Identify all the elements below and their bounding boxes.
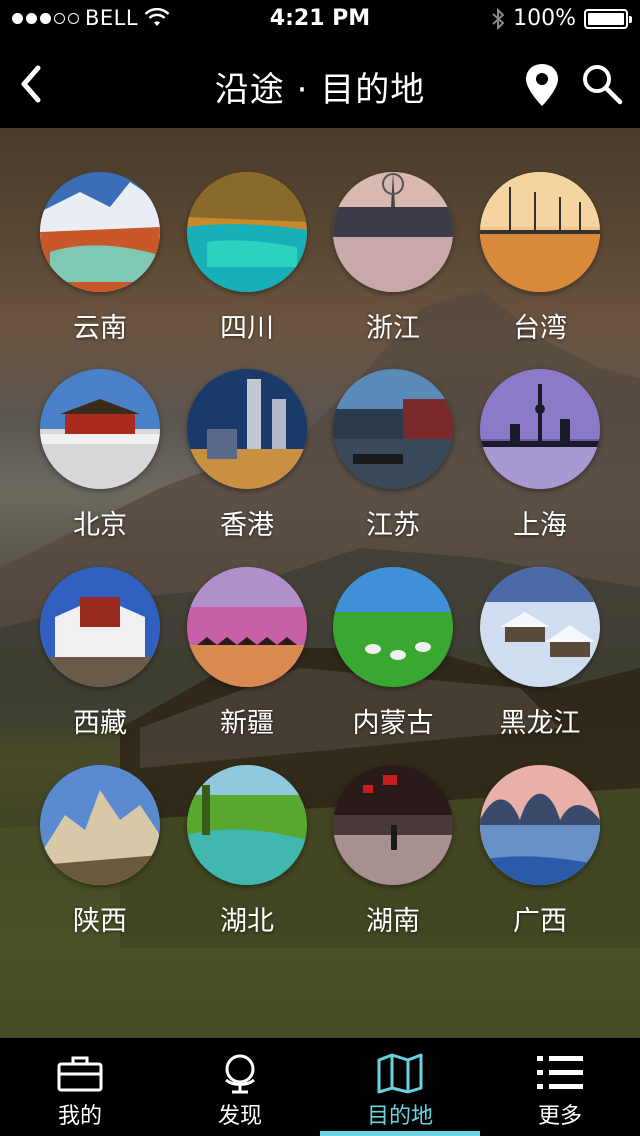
destination-label: 香港 (220, 510, 274, 541)
destination-zhejiang[interactable]: 浙江 (319, 172, 467, 345)
destination-label: 黑龙江 (499, 708, 581, 739)
destination-hunan[interactable]: 湖南 (319, 765, 467, 938)
destination-image (480, 567, 600, 687)
destination-image (333, 369, 453, 489)
destination-grid: 云南 四川 浙江 台湾 北京 香港 江苏 上海 西藏 新疆 内蒙古 黑龙江 陕西… (0, 128, 640, 1038)
destination-hubei[interactable]: 湖北 (173, 765, 321, 938)
destination-guangxi[interactable]: 广西 (466, 765, 614, 938)
nav-bar: 沿途 · 目的地 (0, 40, 640, 128)
destination-label: 湖北 (220, 906, 274, 937)
destination-label: 台湾 (513, 313, 567, 344)
list-icon (537, 1056, 583, 1089)
destination-image (187, 765, 307, 885)
destination-xinjiang[interactable]: 新疆 (173, 567, 321, 740)
briefcase-icon (57, 1056, 103, 1092)
tab-label: 更多 (537, 1104, 582, 1129)
destination-image (333, 172, 453, 292)
destination-image (480, 172, 600, 292)
destination-label: 云南 (73, 313, 127, 344)
destination-image (333, 567, 453, 687)
destination-image (40, 567, 160, 687)
destination-label: 新疆 (220, 708, 274, 739)
destination-image (40, 172, 160, 292)
status-right: 100% (491, 6, 632, 31)
destination-neimenggu[interactable]: 内蒙古 (319, 567, 467, 740)
tab-label: 发现 (217, 1104, 262, 1129)
destination-hongkong[interactable]: 香港 (173, 369, 321, 542)
destination-sichuan[interactable]: 四川 (173, 172, 321, 345)
destination-heilongjiang[interactable]: 黑龙江 (466, 567, 614, 740)
tab-bar: 我的 发现 目的地 更多 (0, 1038, 640, 1136)
tab-label: 我的 (57, 1104, 102, 1129)
destination-jiangsu[interactable]: 江苏 (319, 369, 467, 542)
tab-discover[interactable]: 发现 (160, 1038, 320, 1136)
destination-yunnan[interactable]: 云南 (26, 172, 174, 345)
destination-label: 湖南 (366, 906, 420, 937)
destination-label: 上海 (513, 510, 567, 541)
destination-label: 内蒙古 (352, 708, 434, 739)
globe-icon (225, 1054, 255, 1094)
search-icon[interactable] (580, 62, 624, 106)
bluetooth-icon (492, 7, 505, 30)
destination-label: 四川 (220, 313, 274, 344)
destination-image (40, 765, 160, 885)
destination-label: 浙江 (366, 313, 420, 344)
tab-destination[interactable]: 目的地 (320, 1038, 480, 1136)
destination-shaanxi[interactable]: 陕西 (26, 765, 174, 938)
destination-image (187, 172, 307, 292)
destination-image (480, 369, 600, 489)
destination-label: 北京 (73, 510, 127, 541)
destination-label: 江苏 (366, 510, 420, 541)
tab-mine[interactable]: 我的 (0, 1038, 160, 1136)
destination-taiwan[interactable]: 台湾 (466, 172, 614, 345)
destination-label: 广西 (513, 906, 567, 937)
destination-label: 西藏 (73, 708, 127, 739)
destination-image (187, 567, 307, 687)
destination-xizang[interactable]: 西藏 (26, 567, 174, 740)
map-icon (377, 1053, 423, 1094)
tab-label: 目的地 (366, 1104, 433, 1129)
destination-content: 云南 四川 浙江 台湾 北京 香港 江苏 上海 西藏 新疆 内蒙古 黑龙江 陕西… (0, 128, 640, 1038)
status-bar: BELL 4:21 PM 100% (0, 0, 640, 40)
destination-beijing[interactable]: 北京 (26, 369, 174, 542)
destination-image (40, 369, 160, 489)
battery-icon (584, 8, 632, 29)
destination-label: 陕西 (73, 906, 127, 937)
destination-image (333, 765, 453, 885)
battery-percent: 100% (513, 6, 576, 31)
active-tab-indicator (320, 1131, 480, 1136)
map-pin-icon[interactable] (522, 62, 562, 108)
tab-more[interactable]: 更多 (480, 1038, 640, 1136)
destination-image (187, 369, 307, 489)
destination-image (480, 765, 600, 885)
destination-shanghai[interactable]: 上海 (466, 369, 614, 542)
